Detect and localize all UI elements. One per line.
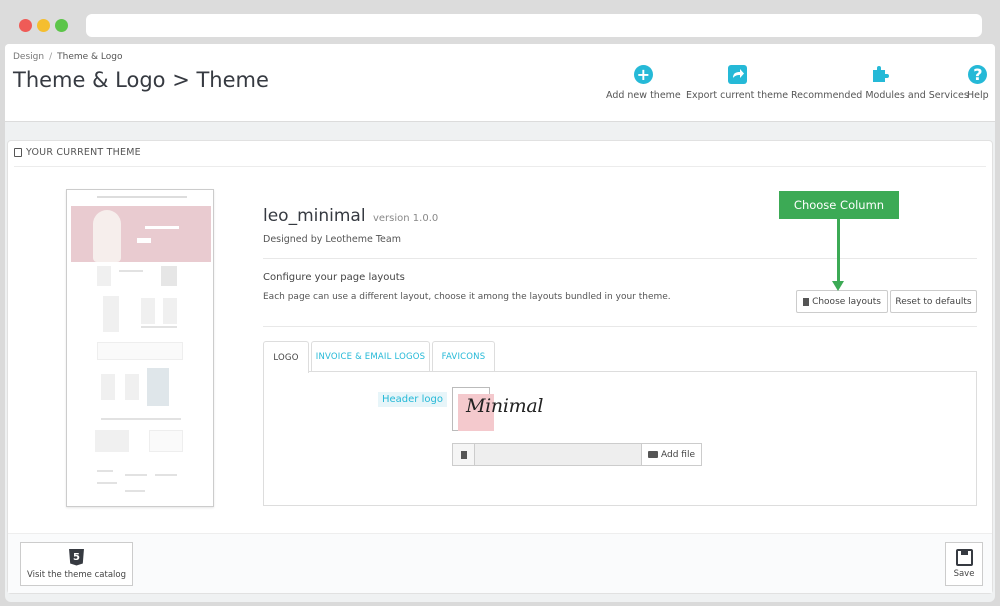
address-bar[interactable] (86, 14, 982, 37)
add-new-theme-label: Add new theme (606, 90, 681, 101)
header-logo-label: Header logo (378, 392, 447, 407)
tab-favicons[interactable]: FAVICONS (432, 341, 495, 372)
share-icon (727, 64, 747, 84)
visit-theme-catalog-button[interactable]: 5 Visit the theme catalog (20, 542, 133, 586)
theme-author: Designed by Leotheme Team (263, 234, 401, 245)
tab-logo[interactable]: LOGO (263, 341, 309, 373)
close-window-dot[interactable] (19, 19, 32, 32)
html5-icon (14, 148, 22, 157)
add-new-theme-button[interactable]: + Add new theme (606, 64, 681, 101)
callout-arrow-head (832, 281, 844, 291)
choose-layouts-label: Choose layouts (812, 296, 881, 307)
add-file-button[interactable]: Add file (641, 443, 702, 466)
breadcrumb-separator: / (49, 52, 53, 62)
add-file-label: Add file (661, 449, 695, 460)
question-circle-icon: ? (968, 64, 988, 84)
theme-name-text: leo_minimal (263, 206, 366, 226)
theme-preview-image (66, 189, 214, 507)
panel-heading: YOUR CURRENT THEME (14, 147, 141, 158)
puzzle-icon (870, 64, 890, 84)
minimize-window-dot[interactable] (37, 19, 50, 32)
breadcrumb: Design / Theme & Logo (13, 52, 123, 62)
browser-chrome (0, 0, 1000, 50)
page-title: Theme & Logo > Theme (13, 68, 269, 92)
choose-column-callout: Choose Column (779, 191, 899, 219)
logo-file-upload: Add file (452, 443, 702, 466)
breadcrumb-design[interactable]: Design (13, 52, 44, 62)
plus-circle-icon: + (633, 64, 653, 84)
tab-invoice-email-logos[interactable]: INVOICE & EMAIL LOGOS (311, 341, 430, 372)
save-icon (955, 549, 973, 566)
file-icon (452, 443, 475, 466)
layouts-title: Configure your page layouts (263, 272, 405, 283)
current-theme-panel: YOUR CURRENT THEME leo_minimal version 1… (7, 140, 993, 594)
help-label: Help (967, 90, 989, 101)
choose-layouts-button[interactable]: Choose layouts (796, 290, 888, 313)
reset-to-defaults-label: Reset to defaults (895, 296, 972, 307)
file-name-input[interactable] (475, 443, 641, 466)
maximize-window-dot[interactable] (55, 19, 68, 32)
reset-to-defaults-button[interactable]: Reset to defaults (890, 290, 977, 313)
divider (263, 258, 977, 259)
layouts-description: Each page can use a different layout, ch… (263, 292, 671, 302)
save-label: Save (953, 569, 975, 579)
save-button[interactable]: Save (945, 542, 983, 586)
page-header: Design / Theme & Logo Theme & Logo > Theme… (5, 44, 995, 122)
export-current-theme-button[interactable]: Export current theme (686, 64, 788, 101)
folder-open-icon (648, 451, 658, 458)
logo-preview-text: Minimal (466, 395, 544, 417)
panel-heading-text: YOUR CURRENT THEME (26, 147, 141, 158)
breadcrumb-current: Theme & Logo (57, 52, 123, 62)
callout-arrow (837, 219, 840, 283)
theme-name: leo_minimal version 1.0.0 (263, 206, 438, 226)
help-button[interactable]: ? Help (967, 64, 989, 101)
panel-footer: 5 Visit the theme catalog Save (8, 533, 992, 593)
html5-icon: 5 (69, 548, 84, 566)
theme-version: version 1.0.0 (372, 213, 439, 224)
visit-theme-catalog-label: Visit the theme catalog (26, 569, 126, 580)
export-current-theme-label: Export current theme (686, 90, 789, 101)
recommended-modules-button[interactable]: Recommended Modules and Services (791, 64, 969, 101)
divider (14, 166, 986, 167)
tab-content-logo (263, 371, 977, 506)
divider (263, 326, 977, 327)
file-icon (803, 297, 810, 306)
recommended-modules-label: Recommended Modules and Services (791, 90, 969, 101)
page: Design / Theme & Logo Theme & Logo > Theme… (5, 44, 995, 602)
